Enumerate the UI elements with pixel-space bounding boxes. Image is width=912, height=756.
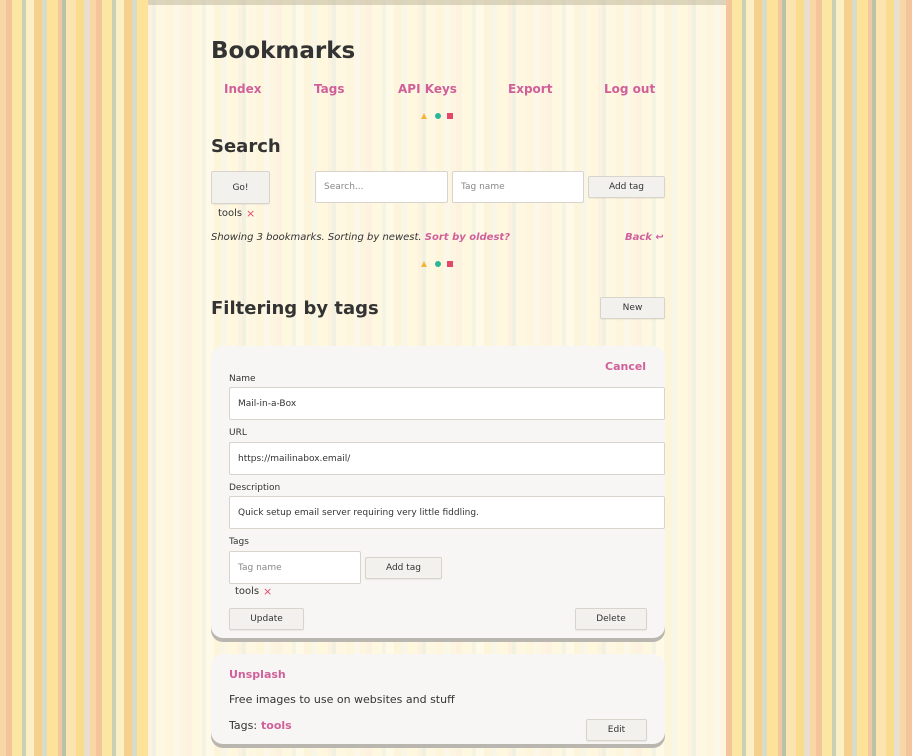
- bookmark-title-link[interactable]: Unsplash: [229, 668, 286, 681]
- bookmark-tag-link[interactable]: tools: [261, 719, 292, 732]
- nav-export-link[interactable]: Export: [508, 82, 552, 96]
- triangle-icon: [421, 113, 427, 119]
- delete-button[interactable]: Delete: [575, 608, 647, 630]
- sort-oldest-link[interactable]: Sort by oldest?: [425, 232, 510, 243]
- circle-icon: [435, 113, 441, 119]
- site-title: Bookmarks: [211, 38, 356, 64]
- bookmark-tags-prefix: Tags:: [229, 719, 258, 732]
- triangle-icon: [421, 261, 427, 267]
- square-icon: [447, 113, 453, 119]
- description-field[interactable]: [229, 496, 665, 529]
- name-label: Name: [229, 374, 256, 384]
- separator-ornament: [421, 113, 455, 121]
- name-field[interactable]: [229, 387, 665, 420]
- active-tag-label: tools: [218, 208, 243, 219]
- nav-logout-link[interactable]: Log out: [604, 82, 655, 96]
- edit-bookmark-button[interactable]: Edit: [586, 719, 647, 741]
- bookmark-description: Free images to use on websites and stuff: [229, 693, 455, 706]
- description-label: Description: [229, 483, 281, 493]
- nav-index-link[interactable]: Index: [224, 82, 261, 96]
- search-tag-input[interactable]: [452, 171, 584, 203]
- search-add-tag-button[interactable]: Add tag: [588, 176, 665, 198]
- nav-tags-link[interactable]: Tags: [314, 82, 344, 96]
- url-field[interactable]: [229, 442, 665, 475]
- edit-remove-tag-icon[interactable]: ×: [263, 585, 272, 598]
- update-button[interactable]: Update: [229, 608, 304, 630]
- results-status-text: Showing 3 bookmarks. Sorting by newest.: [211, 232, 422, 243]
- search-input[interactable]: [315, 171, 448, 203]
- nav-api-keys-link[interactable]: API Keys: [398, 82, 457, 96]
- search-go-button[interactable]: Go!: [211, 171, 270, 204]
- search-heading: Search: [211, 136, 281, 157]
- url-label: URL: [229, 428, 247, 438]
- results-status: Showing 3 bookmarks. Sorting by newest. …: [211, 232, 510, 243]
- back-link[interactable]: Back ↩: [625, 232, 664, 243]
- tags-label: Tags: [229, 537, 249, 547]
- square-icon: [447, 261, 453, 267]
- remove-tag-icon[interactable]: ×: [246, 207, 255, 220]
- new-bookmark-button[interactable]: New: [600, 297, 665, 319]
- separator-ornament: [421, 261, 455, 269]
- cancel-edit-link[interactable]: Cancel: [605, 360, 646, 373]
- edit-add-tag-button[interactable]: Add tag: [365, 557, 442, 579]
- filter-heading: Filtering by tags: [211, 298, 379, 319]
- circle-icon: [435, 261, 441, 267]
- edit-tag-input[interactable]: [229, 551, 361, 584]
- edit-tag-label: tools: [235, 586, 260, 597]
